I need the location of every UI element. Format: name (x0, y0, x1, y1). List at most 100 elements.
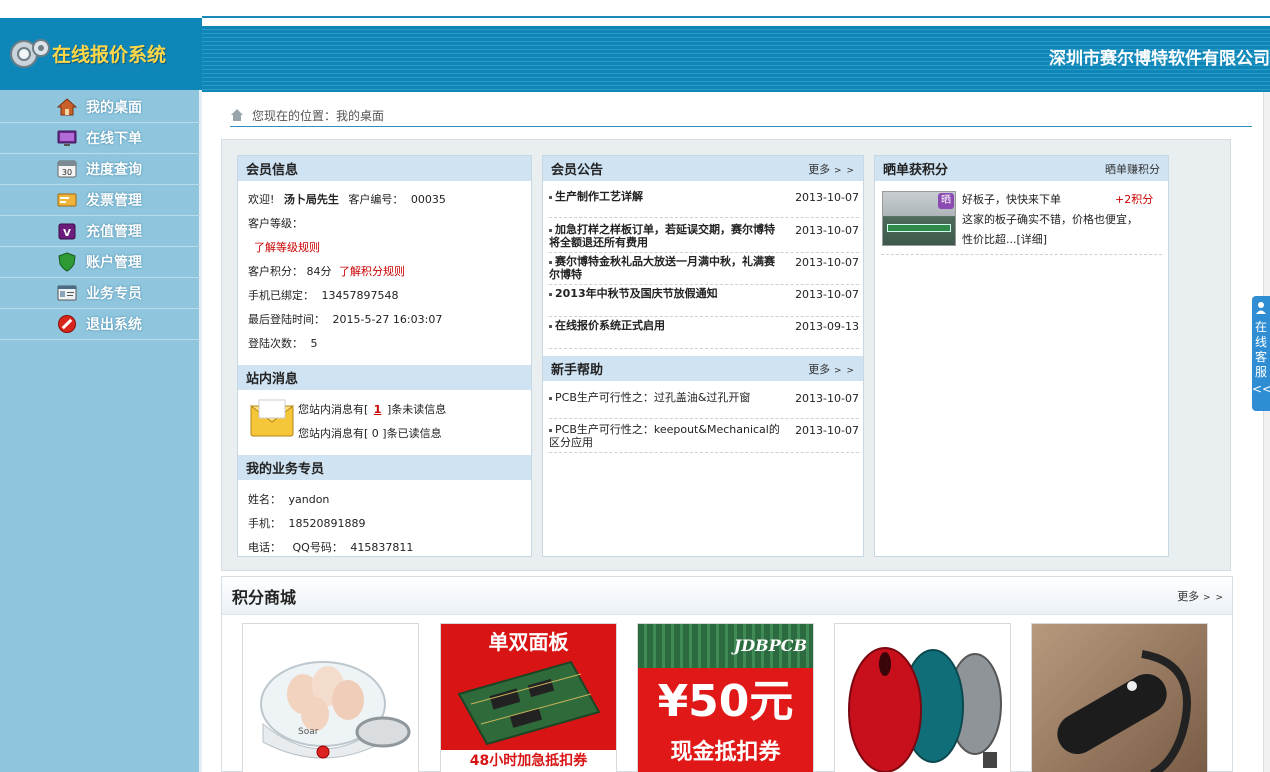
news-title-text: PCB生产可行性之：过孔盖油&过孔开窗 (555, 391, 751, 404)
points-shop-header: 积分商城 更多 > > (222, 577, 1232, 615)
read-messages[interactable]: 您站内消息有[ 0 ]条已读信息 (298, 425, 442, 441)
svg-text:V: V (63, 228, 71, 239)
envelope-icon (250, 399, 294, 437)
sidebar-item-agent[interactable]: 业务专员 (0, 278, 200, 309)
notice-header: 会员公告 更多 > > (543, 156, 863, 181)
agent-mobile-line: 手机： 18520891889 (248, 515, 365, 531)
phone-value: 13457897548 (321, 289, 399, 302)
agent-name-label: 姓名： (248, 493, 281, 506)
help-header: 新手帮助 更多 > > (543, 356, 863, 381)
agent-qq-label: QQ号码： (292, 541, 343, 554)
sidebar-item-logout[interactable]: 退出系统 (0, 309, 200, 340)
shop-more-link[interactable]: 更多 > > (1177, 588, 1224, 604)
agent-name-line: 姓名： yandon (248, 491, 329, 507)
points-rules-link[interactable]: 了解积分规则 (339, 265, 405, 278)
news-title: 在线报价系统正式启用 (549, 319, 781, 348)
phone-line: 手机已绑定： 13457897548 (248, 287, 398, 303)
help-more-text: 更多 (808, 362, 831, 376)
unread-messages[interactable]: 您站内消息有[ 1 ]条未读信息 (298, 401, 446, 417)
breadcrumb: 您现在的位置：我的桌面 (230, 104, 1252, 127)
showcase-detail-link[interactable]: [详细] (1017, 233, 1048, 246)
sidebar-menu: 我的桌面 在线下单 30 进度查询 发票管理 V 充值管理 账户管理 业务专员 … (0, 92, 200, 340)
list-item[interactable]: 加急打样之样板订单，若延误交期，赛尔博特将全额退还所有费用 2013-10-07 (549, 223, 859, 253)
collapse-arrow: << (1252, 382, 1270, 396)
bullet-icon (549, 292, 552, 296)
monitor-icon (56, 127, 78, 149)
sidebar-item-invoice[interactable]: 发票管理 (0, 185, 200, 216)
board-green-stripe (887, 224, 951, 232)
showcase-post-body: 这家的板子确实不错，价格也便宜，性价比超...[详细] (962, 210, 1142, 250)
sidebar-item-progress[interactable]: 30 进度查询 (0, 154, 200, 185)
double-chevron-icon: > > (830, 165, 855, 176)
agent-name-value: yandon (288, 493, 330, 506)
egg-cooker-brand: Soar (298, 727, 319, 737)
messages-title: 站内消息 (246, 372, 299, 387)
sidebar-top-strip (0, 0, 202, 20)
level-line: 客户等级： (248, 215, 303, 231)
sidebar-item-recharge[interactable]: V 充值管理 (0, 216, 200, 247)
app-logo-text: 在线报价系统 (52, 44, 167, 66)
online-service-tab[interactable]: 在线客服 << (1252, 296, 1270, 411)
list-item[interactable]: PCB生产可行性之：过孔盖油&过孔开窗 2013-10-07 (549, 391, 859, 419)
unread-prefix: 您站内消息有[ (298, 403, 369, 416)
unread-suffix: ]条未读信息 (386, 403, 447, 416)
agent-title: 我的业务专员 (246, 462, 325, 477)
scrollbar[interactable] (1263, 92, 1270, 772)
list-item[interactable]: 在线报价系统正式启用 2013-09-13 (549, 319, 859, 349)
app-window: 深圳市赛尔博特软件有限公司 在线报价系统 我的桌面 在线下单 30 进度查询 发… (0, 0, 1270, 772)
showcase-post-title[interactable]: 好板子，快快来下单 (962, 191, 1061, 207)
product-wireless-mouse[interactable] (834, 623, 1011, 772)
logo[interactable]: 在线报价系统 (0, 20, 202, 90)
phone-label: 手机已绑定： (248, 289, 314, 302)
notice-more-link[interactable]: 更多 > > (808, 161, 855, 177)
circuit-board-image (457, 660, 601, 746)
product-board-voucher[interactable]: 单双面板 48小时加急抵扣券 (440, 623, 617, 772)
list-item[interactable]: 2013年中秋节及国庆节放假通知 2013-10-07 (549, 287, 859, 317)
welcome-text: 欢迎! (248, 193, 275, 206)
login-count-label: 登陆次数： (248, 337, 303, 350)
unread-count[interactable]: 1 (374, 403, 382, 416)
product-bluetooth-headset[interactable] (1031, 623, 1208, 772)
product-egg-cooker[interactable]: Soar (242, 623, 419, 772)
cash-voucher-footer: 现金抵扣券 (670, 740, 781, 765)
invoice-icon (56, 189, 78, 211)
product-cash-voucher[interactable]: JDBPCB ¥50元 现金抵扣券 (637, 623, 814, 772)
list-item[interactable]: 赛尔博特金秋礼品大放送一月满中秋，礼满赛尔博特 2013-10-07 (549, 255, 859, 285)
messages-header: 站内消息 (238, 365, 531, 390)
news-title-text: PCB生产可行性之：keepout&Mechanical的区分应用 (549, 423, 780, 449)
showcase-earn-link[interactable]: 晒单赚积分 (1105, 161, 1160, 177)
showcase-points: +2积分 (1115, 193, 1154, 206)
help-more-link[interactable]: 更多 > > (808, 361, 855, 377)
sidebar-item-account[interactable]: 账户管理 (0, 247, 200, 278)
agent-header: 我的业务专员 (238, 455, 531, 480)
last-login-value: 2015-5-27 16:03:07 (332, 313, 443, 326)
news-title-text: 加急打样之样板订单，若延误交期，赛尔博特将全额退还所有费用 (549, 223, 775, 249)
person-icon (1256, 302, 1266, 314)
news-date: 2013-10-07 (795, 288, 859, 301)
sidebar-item-label: 在线下单 (86, 131, 142, 147)
list-item[interactable]: PCB生产可行性之：keepout&Mechanical的区分应用 2013-1… (549, 423, 859, 453)
sidebar-item-label: 充值管理 (86, 224, 142, 240)
level-rules-link[interactable]: 了解等级规则 (254, 239, 320, 255)
agent-phone-line: 电话： QQ号码： 415837811 (248, 539, 413, 555)
showcase-badge: 晒 (938, 193, 954, 209)
double-chevron-icon: > > (1199, 592, 1224, 603)
sidebar-item-order[interactable]: 在线下单 (0, 123, 200, 154)
member-info-header: 会员信息 (238, 156, 531, 181)
level-label: 客户等级： (248, 217, 303, 230)
news-date: 2013-10-07 (795, 191, 859, 204)
showcase-divider (881, 254, 1162, 255)
sidebar: 在线报价系统 我的桌面 在线下单 30 进度查询 发票管理 V 充值管理 账户管… (0, 0, 202, 772)
news-date: 2013-10-07 (795, 256, 859, 269)
gear-icon (10, 39, 50, 68)
showcase-thumbnail[interactable]: 晒 (882, 191, 956, 246)
showcase-body-text: 这家的板子确实不错，价格也便宜，性价比超... (962, 213, 1138, 246)
list-item[interactable]: 生产制作工艺详解 2013-10-07 (549, 190, 859, 218)
sidebar-item-desktop[interactable]: 我的桌面 (0, 92, 200, 123)
news-title: PCB生产可行性之：keepout&Mechanical的区分应用 (549, 423, 781, 452)
news-title: 赛尔博特金秋礼品大放送一月满中秋，礼满赛尔博特 (549, 255, 781, 284)
showcase-box: 晒单获积分 晒单赚积分 晒 好板子，快快来下单 +2积分 这家的板子确实不错，价… (874, 155, 1169, 557)
agent-mobile-value: 18520891889 (288, 517, 366, 530)
header-banner: 深圳市赛尔博特软件有限公司 (200, 26, 1270, 92)
cash-voucher-photo: JDBPCB (638, 624, 813, 668)
